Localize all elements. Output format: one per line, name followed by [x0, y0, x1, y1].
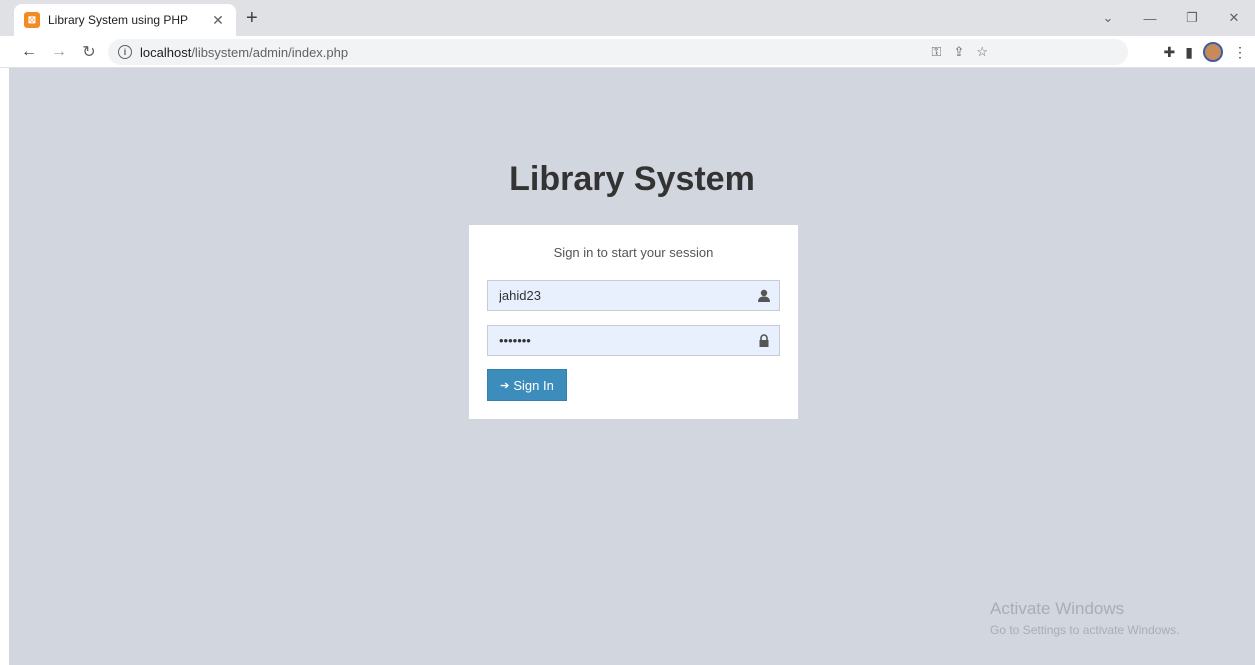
- tab-close-icon[interactable]: ✕: [210, 12, 226, 29]
- browser-tab[interactable]: ⊠ Library System using PHP ✕: [14, 4, 236, 36]
- sign-in-label: Sign In: [513, 377, 554, 393]
- tab-search-icon[interactable]: ⌄: [1087, 10, 1129, 26]
- user-icon: [758, 289, 770, 302]
- password-input[interactable]: [499, 333, 739, 348]
- username-input[interactable]: [499, 288, 739, 303]
- activate-line2: Go to Settings to activate Windows.: [990, 623, 1180, 637]
- star-icon[interactable]: ☆: [976, 44, 988, 60]
- tab-title: Library System using PHP: [48, 13, 189, 27]
- page-viewport: Library System Sign in to start your ses…: [9, 68, 1255, 665]
- url-host: localhost: [140, 44, 192, 60]
- login-box: Sign in to start your session ➔ Sign In: [469, 225, 798, 419]
- minimize-icon[interactable]: —: [1129, 11, 1171, 26]
- username-field[interactable]: [487, 280, 780, 311]
- url-path: /libsystem/admin/index.php: [191, 44, 349, 60]
- lock-icon: [759, 334, 769, 347]
- activate-line1: Activate Windows: [990, 599, 1125, 618]
- extensions-icon[interactable]: ✚: [1164, 44, 1176, 61]
- xampp-favicon-icon: ⊠: [24, 12, 40, 28]
- tab-strip: ⊠ Library System using PHP ✕ + ⌄ — ❐ ✕: [0, 0, 1255, 36]
- back-icon[interactable]: ←: [14, 43, 44, 61]
- info-icon[interactable]: i: [118, 45, 132, 59]
- toolbar-right: ✚ ▮ ⋮: [1164, 36, 1247, 68]
- window-controls: ⌄ — ❐ ✕: [1087, 0, 1255, 36]
- browser-toolbar: ← → ↻ i localhost/libsystem/admin/index.…: [0, 36, 1255, 68]
- url-text: localhost/libsystem/admin/index.php: [140, 45, 348, 60]
- reload-icon[interactable]: ↻: [74, 42, 104, 62]
- page-title: Library System: [509, 160, 755, 198]
- restore-icon[interactable]: ❐: [1171, 10, 1213, 26]
- login-message: Sign in to start your session: [553, 245, 714, 260]
- share-icon[interactable]: ⇪: [953, 44, 964, 60]
- close-window-icon[interactable]: ✕: [1213, 10, 1255, 26]
- side-panel-icon[interactable]: ▮: [1185, 44, 1193, 61]
- password-field[interactable]: [487, 325, 780, 356]
- sign-in-button[interactable]: ➔ Sign In: [487, 369, 567, 401]
- sign-in-icon: ➔: [500, 379, 510, 392]
- key-icon[interactable]: ⚿: [932, 44, 942, 60]
- forward-icon[interactable]: →: [44, 43, 74, 61]
- profile-avatar[interactable]: [1203, 42, 1223, 62]
- new-tab-icon[interactable]: +: [246, 8, 258, 28]
- menu-icon[interactable]: ⋮: [1233, 44, 1247, 61]
- activate-windows-watermark: Activate Windows Go to Settings to activ…: [990, 599, 1179, 637]
- address-bar[interactable]: i localhost/libsystem/admin/index.php ⚿ …: [108, 39, 1128, 65]
